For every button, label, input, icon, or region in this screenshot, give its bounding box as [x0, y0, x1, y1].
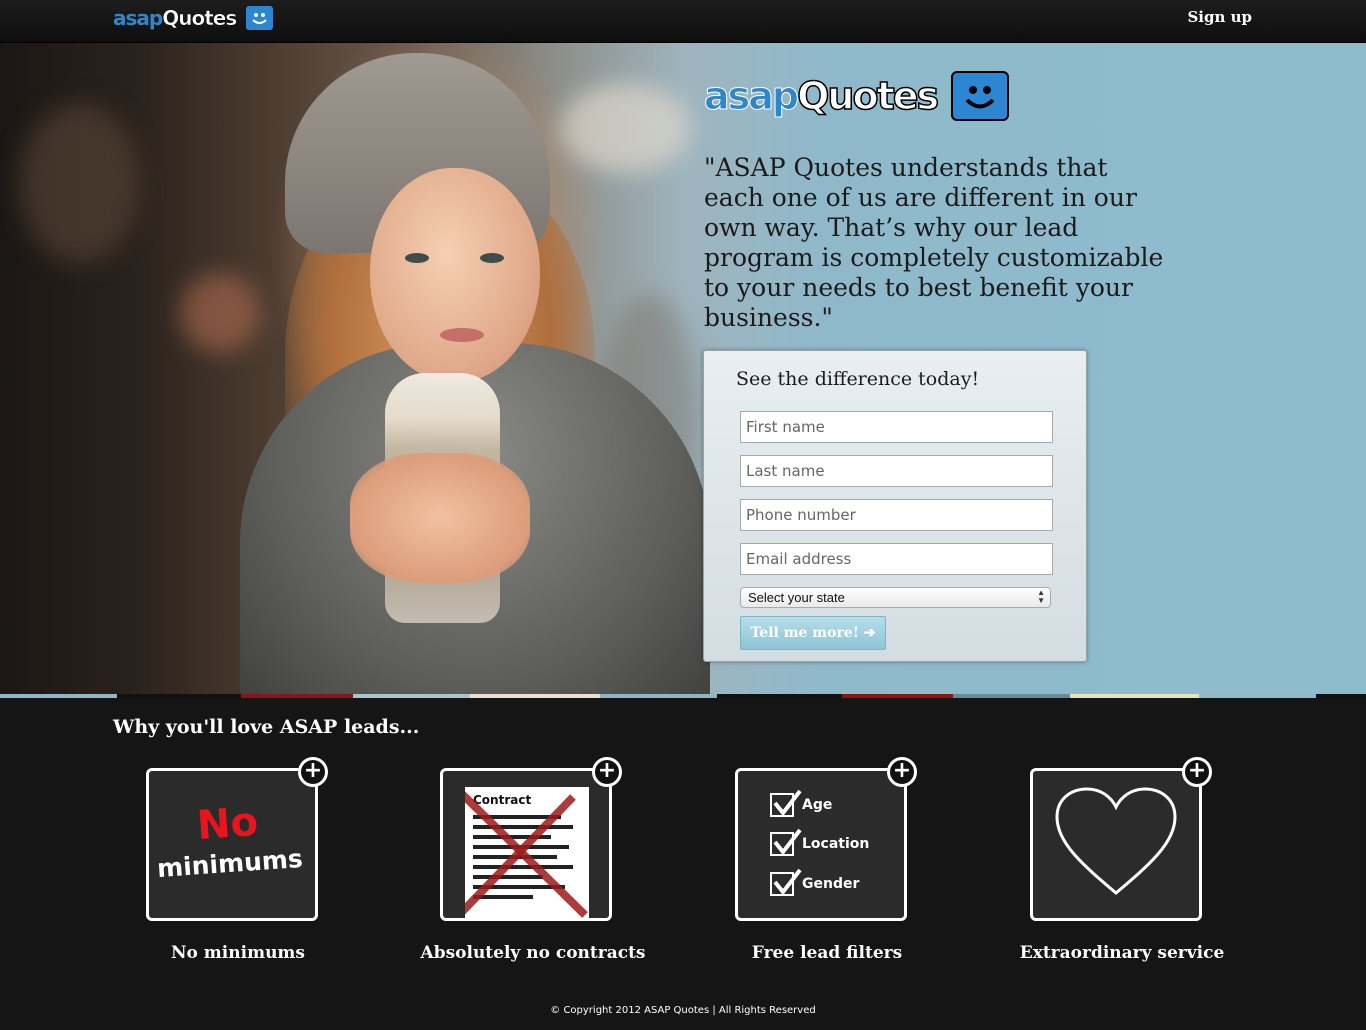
first-name-input[interactable]: [740, 411, 1053, 443]
smiley-logo-icon: [246, 6, 274, 30]
email-address-input[interactable]: [740, 543, 1053, 575]
last-name-input[interactable]: [740, 455, 1053, 487]
feature-tile: Age Location Gender: [735, 768, 907, 921]
feature-tile: [1030, 768, 1202, 921]
hero-logo-part1: asap: [703, 74, 799, 119]
filter-label: Location: [802, 836, 870, 852]
brand-logo[interactable]: asapQuotes: [113, 6, 274, 31]
brand-wordmark-part2: Quotes: [162, 6, 238, 31]
plus-icon[interactable]: +: [298, 757, 328, 787]
background-bokeh: [180, 273, 260, 353]
filter-label: Age: [802, 797, 833, 813]
footer-copyright: © Copyright 2012 ASAP Quotes | All Right…: [550, 1005, 816, 1016]
phone-number-input[interactable]: [740, 499, 1053, 531]
feature-label: Absolutely no contracts: [420, 943, 646, 963]
hero-quote: "ASAP Quotes understands that each one o…: [704, 153, 1164, 332]
brand-wordmark-part1: asap: [113, 6, 163, 30]
feature-lead-filters[interactable]: Age Location Gender +: [735, 757, 917, 921]
background-bokeh: [20, 103, 140, 263]
smiley-logo-icon: [951, 71, 1010, 121]
hero-photo-hands: [350, 453, 530, 583]
top-navbar: asapQuotes Sign up: [0, 0, 1366, 43]
hero-logo-part2: Quotes: [796, 73, 940, 119]
tell-me-more-button[interactable]: Tell me more! ➔: [740, 616, 886, 650]
state-select[interactable]: Select your state ▲ ▼: [740, 587, 1051, 608]
hero-logo-wordmark: asapQuotes: [703, 73, 940, 119]
feature-label: Extraordinary service: [1019, 943, 1225, 963]
contract-document-icon: Contract: [465, 787, 589, 918]
no-minimums-tile-text-minimums: minimums: [156, 843, 304, 884]
filter-row-location: Location: [770, 828, 870, 856]
feature-no-minimums[interactable]: No minimums +: [146, 757, 328, 921]
feature-tile: No minimums: [146, 768, 318, 921]
hero-photo-eye: [405, 253, 429, 263]
background-bokeh: [560, 83, 690, 173]
checkbox-checked-icon: [770, 789, 802, 817]
signup-link[interactable]: Sign up: [1187, 8, 1252, 26]
hero-logo: asapQuotes: [703, 71, 1010, 121]
checkbox-checked-icon: [770, 868, 802, 896]
plus-icon[interactable]: +: [592, 757, 622, 787]
feature-extraordinary-service[interactable]: +: [1030, 757, 1212, 921]
features-heading: Why you'll love ASAP leads...: [113, 716, 420, 738]
brand-wordmark: asapQuotes: [113, 6, 238, 31]
hero-section: asapQuotes "ASAP Quotes understands that…: [0, 43, 1366, 694]
plus-icon[interactable]: +: [887, 757, 917, 787]
lead-form: See the difference today! Select your st…: [703, 350, 1087, 662]
no-minimums-tile-text-no: No: [195, 798, 260, 850]
hero-photo-lips: [440, 328, 484, 342]
checkbox-checked-icon: [770, 828, 802, 856]
heart-icon: [1055, 787, 1177, 895]
hero-photo-face: [370, 168, 540, 383]
red-x-icon: [465, 791, 588, 918]
hero-photo-eye: [480, 253, 504, 263]
feature-label: No minimums: [171, 943, 305, 963]
feature-tile: Contract: [440, 768, 612, 921]
filter-row-age: Age: [770, 789, 833, 817]
form-title: See the difference today!: [736, 368, 980, 390]
color-strip-divider: [0, 694, 1366, 698]
feature-no-contracts[interactable]: Contract +: [440, 757, 622, 921]
filter-row-gender: Gender: [770, 868, 860, 896]
feature-label: Free lead filters: [751, 943, 903, 963]
plus-icon[interactable]: +: [1182, 757, 1212, 787]
select-arrows-icon: ▲ ▼: [1037, 588, 1045, 605]
filter-label: Gender: [802, 876, 860, 892]
state-select-value: Select your state: [748, 590, 845, 605]
